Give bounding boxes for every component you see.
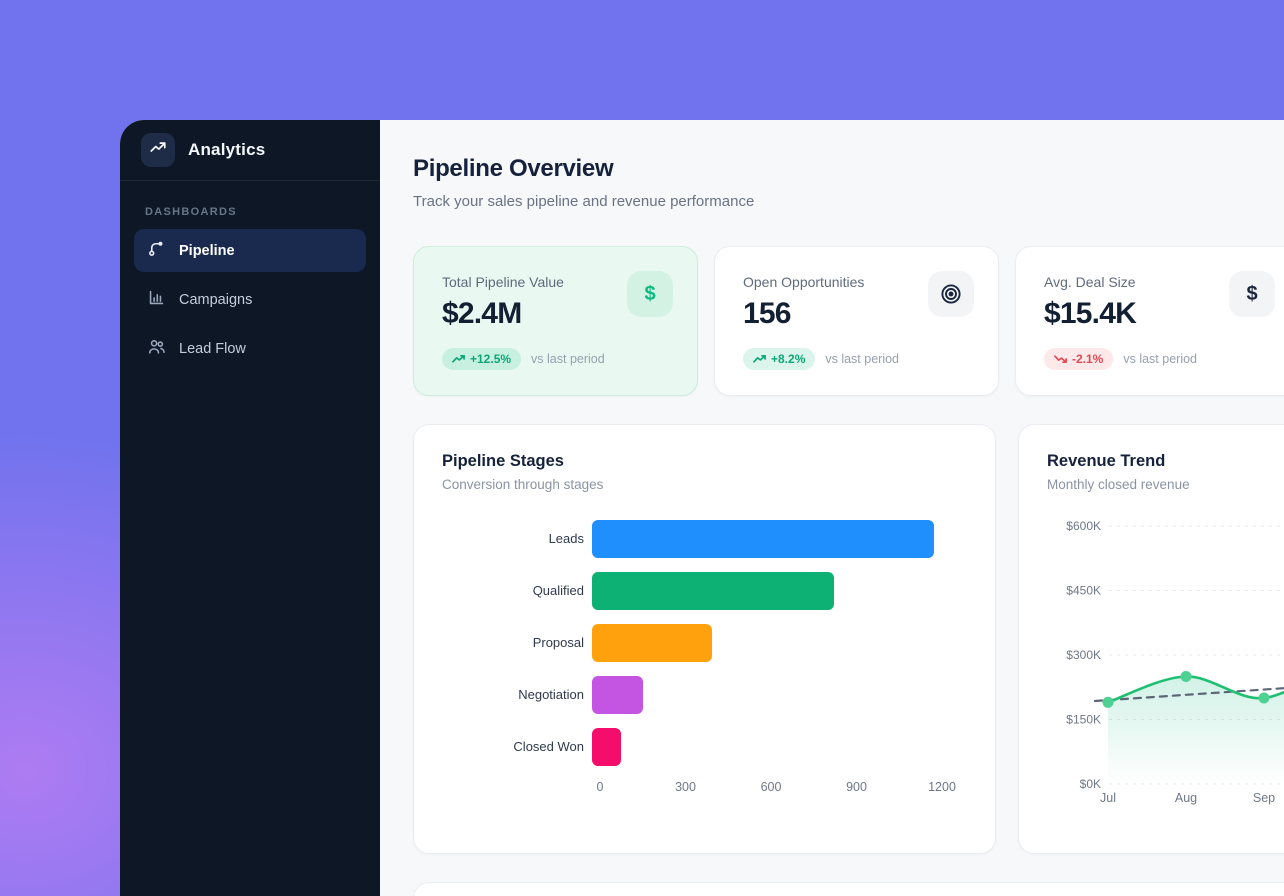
bar-label: Negotiation bbox=[442, 687, 592, 703]
sidebar-nav: Pipeline Campaigns Lead Flow bbox=[120, 226, 380, 373]
page-title: Pipeline Overview bbox=[413, 155, 1284, 183]
sidebar-section-label: DASHBOARDS bbox=[145, 206, 355, 218]
bar-x-axis: 03006009001200 bbox=[600, 780, 942, 796]
y-tick-label: $450K bbox=[1066, 584, 1101, 598]
bar-proposal bbox=[592, 624, 712, 662]
brand: Analytics bbox=[120, 120, 380, 181]
bar-leads bbox=[592, 520, 934, 558]
y-tick-label: $600K bbox=[1066, 519, 1101, 533]
kpi-card-avg-deal-size: Avg. Deal Size $15.4K -2.1% vs last peri… bbox=[1015, 246, 1284, 396]
comparison-label: vs last period bbox=[1123, 352, 1197, 366]
sidebar-item-label: Campaigns bbox=[179, 292, 252, 308]
x-tick: 900 bbox=[846, 780, 867, 794]
trending-up-icon bbox=[753, 354, 766, 364]
trending-up-icon bbox=[452, 354, 465, 364]
chart-title: Pipeline Stages bbox=[442, 452, 967, 471]
chart-subtitle: Monthly closed revenue bbox=[1047, 477, 1284, 492]
pipeline-icon bbox=[147, 239, 166, 262]
bar-chart-icon bbox=[147, 288, 166, 311]
bar-label: Leads bbox=[442, 531, 592, 547]
page-subtitle: Track your sales pipeline and revenue pe… bbox=[413, 193, 1284, 210]
target-icon bbox=[928, 271, 974, 317]
x-tick: 600 bbox=[761, 780, 782, 794]
sidebar-item-lead-flow[interactable]: Lead Flow bbox=[134, 327, 366, 370]
kpi-card-total-pipeline-value: Total Pipeline Value $2.4M +12.5% vs las… bbox=[413, 246, 698, 396]
sidebar-item-pipeline[interactable]: Pipeline bbox=[134, 229, 366, 272]
comparison-label: vs last period bbox=[531, 352, 605, 366]
bar-row: Qualified bbox=[442, 572, 967, 610]
comparison-label: vs last period bbox=[825, 352, 899, 366]
x-tick: 300 bbox=[675, 780, 696, 794]
main-content: Pipeline Overview Track your sales pipel… bbox=[380, 120, 1284, 896]
sidebar: Analytics DASHBOARDS Pipeline Campaigns bbox=[120, 120, 380, 896]
data-point bbox=[1259, 693, 1270, 704]
revenue-line-chart: $0K $150K $300K $450K $600K Jul Aug Sep bbox=[1047, 510, 1284, 815]
brand-name: Analytics bbox=[188, 140, 265, 160]
x-tick-label: Sep bbox=[1253, 791, 1275, 805]
bar-label: Proposal bbox=[442, 635, 592, 651]
bottom-card bbox=[413, 882, 1284, 896]
dollar-icon: $ bbox=[1229, 271, 1275, 317]
change-badge: -2.1% bbox=[1044, 348, 1113, 370]
analytics-logo bbox=[141, 133, 175, 167]
app-window: Analytics DASHBOARDS Pipeline Campaigns bbox=[120, 120, 1284, 896]
y-tick-label: $0K bbox=[1080, 777, 1101, 791]
change-badge: +12.5% bbox=[442, 348, 521, 370]
change-badge: +8.2% bbox=[743, 348, 815, 370]
x-tick-label: Jul bbox=[1100, 791, 1116, 805]
x-tick: 0 bbox=[597, 780, 604, 794]
sidebar-item-campaigns[interactable]: Campaigns bbox=[134, 278, 366, 321]
x-tick: 1200 bbox=[928, 780, 956, 794]
users-icon bbox=[147, 337, 166, 360]
y-tick-label: $150K bbox=[1066, 713, 1101, 727]
bar-qualified bbox=[592, 572, 834, 610]
kpi-row: Total Pipeline Value $2.4M +12.5% vs las… bbox=[413, 246, 1284, 396]
bar-negotiation bbox=[592, 676, 643, 714]
data-point bbox=[1103, 697, 1114, 708]
bar-row: Closed Won bbox=[442, 728, 967, 766]
sidebar-item-label: Lead Flow bbox=[179, 341, 246, 357]
bar-row: Leads bbox=[442, 520, 967, 558]
pipeline-stages-card: Pipeline Stages Conversion through stage… bbox=[413, 424, 996, 854]
x-tick-label: Aug bbox=[1175, 791, 1197, 805]
bar-label: Qualified bbox=[442, 583, 592, 599]
data-point bbox=[1181, 671, 1192, 682]
stage-bars: Leads Qualified Proposal Negotiation Closed … bbox=[442, 520, 967, 766]
bar-row: Negotiation bbox=[442, 676, 967, 714]
bar-label: Closed Won bbox=[442, 739, 592, 755]
revenue-trend-card: Revenue Trend Monthly closed revenue $0K… bbox=[1018, 424, 1284, 854]
bar-closed-won bbox=[592, 728, 621, 766]
dollar-icon: $ bbox=[627, 271, 673, 317]
chart-title: Revenue Trend bbox=[1047, 452, 1284, 471]
trending-up-icon bbox=[149, 139, 167, 162]
charts-row: Pipeline Stages Conversion through stage… bbox=[413, 424, 1284, 854]
bar-row: Proposal bbox=[442, 624, 967, 662]
y-tick-label: $300K bbox=[1066, 648, 1101, 662]
trending-down-icon bbox=[1054, 354, 1067, 364]
kpi-card-open-opportunities: Open Opportunities 156 +8.2% vs last per… bbox=[714, 246, 999, 396]
sidebar-item-label: Pipeline bbox=[179, 243, 235, 259]
chart-subtitle: Conversion through stages bbox=[442, 477, 967, 492]
